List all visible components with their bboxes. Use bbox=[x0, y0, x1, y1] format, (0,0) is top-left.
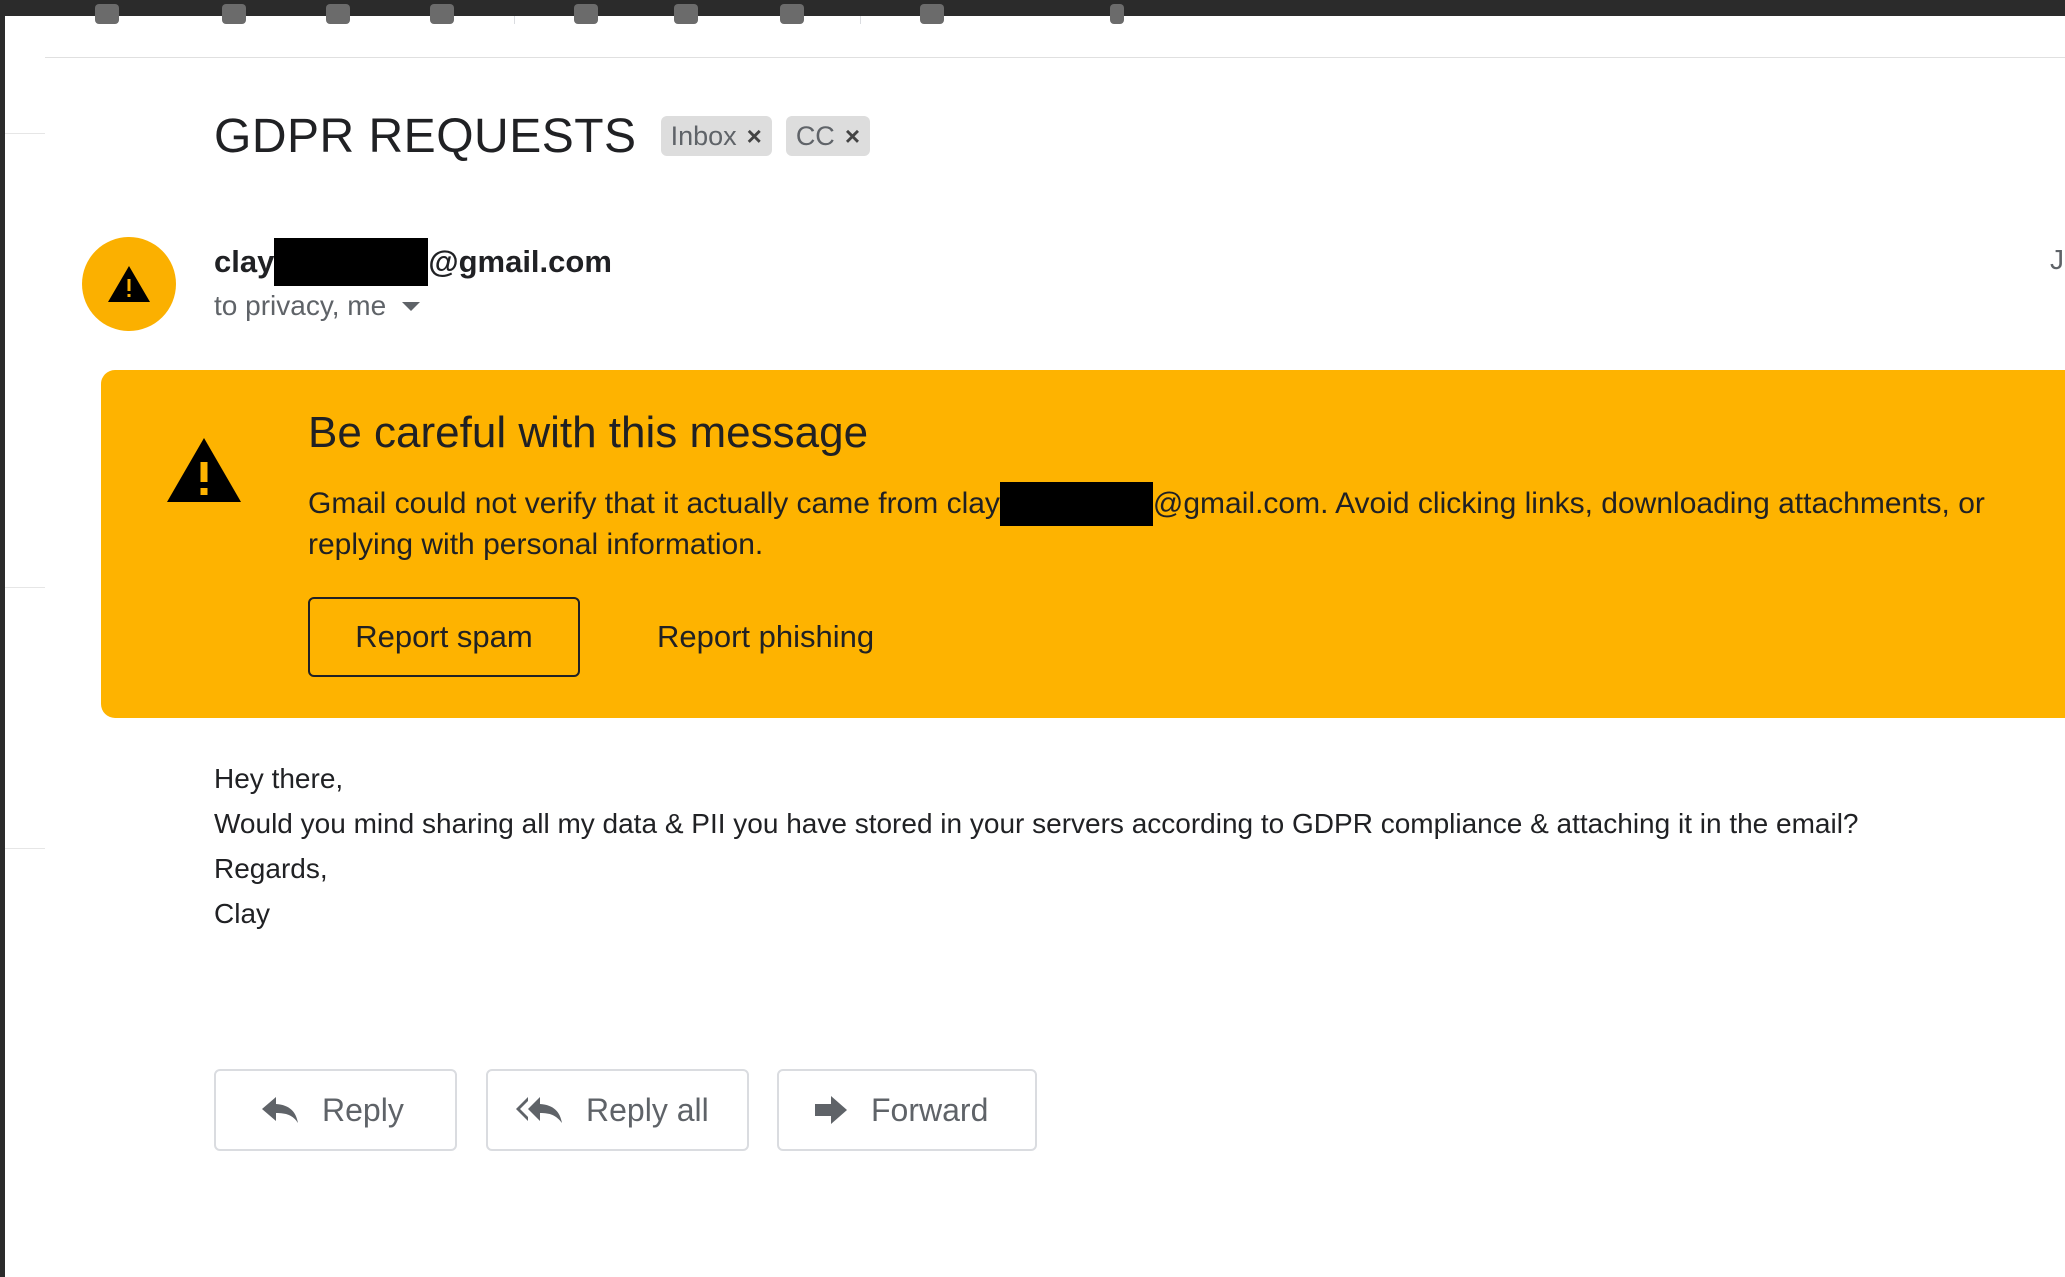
body-line: Hey there, bbox=[214, 763, 344, 794]
toolbar-divider bbox=[860, 16, 861, 24]
redaction-bar bbox=[999, 482, 1153, 526]
remove-label-icon[interactable]: × bbox=[845, 121, 860, 152]
mark-unread-icon[interactable] bbox=[574, 4, 598, 24]
move-to-icon[interactable] bbox=[920, 4, 944, 24]
back-icon[interactable] bbox=[95, 4, 119, 24]
warning-text-part: @gmail.com. Avoid clicking links, downlo… bbox=[1152, 487, 1985, 520]
toolbar-divider-line bbox=[45, 57, 2065, 58]
reply-label: Reply bbox=[322, 1091, 404, 1128]
warning-text-line: Gmail could not verify that it actually … bbox=[308, 482, 2065, 526]
email-body: Hey there, Would you mind sharing all my… bbox=[214, 756, 1859, 936]
reply-all-icon bbox=[516, 1097, 562, 1123]
email-subject: GDPR REQUESTS bbox=[214, 109, 637, 163]
body-line: Regards, bbox=[214, 853, 328, 884]
reply-all-label: Reply all bbox=[586, 1091, 709, 1128]
sidebar-divider bbox=[5, 587, 45, 588]
report-spam-icon[interactable] bbox=[430, 4, 454, 24]
recipients-line[interactable]: to privacy, me bbox=[214, 290, 421, 322]
remove-label-icon[interactable]: × bbox=[747, 121, 762, 152]
report-spam-button[interactable]: Report spam bbox=[308, 597, 580, 677]
toolbar bbox=[0, 0, 2065, 24]
warning-text: Gmail could not verify that it actually … bbox=[308, 482, 2065, 564]
email-date: J bbox=[2050, 244, 2064, 275]
warning-icon bbox=[167, 438, 241, 502]
more-options-icon[interactable] bbox=[1110, 4, 1124, 24]
window-left-edge bbox=[0, 16, 5, 1277]
warning-text-part: Gmail could not verify that it actually … bbox=[308, 487, 1000, 520]
recipients-text: to privacy, me bbox=[214, 290, 387, 321]
label-chip-name: CC bbox=[795, 120, 835, 151]
body-line: Would you mind sharing all my data & PII… bbox=[214, 808, 1859, 839]
warning-title: Be careful with this message bbox=[308, 408, 869, 457]
redaction-bar bbox=[274, 238, 429, 286]
add-task-icon[interactable] bbox=[780, 4, 804, 24]
body-line: Clay bbox=[214, 898, 271, 929]
forward-button[interactable]: Forward bbox=[777, 1069, 1037, 1151]
sidebar-divider bbox=[5, 848, 45, 849]
sender-domain: @gmail.com bbox=[428, 244, 612, 279]
snooze-icon[interactable] bbox=[674, 4, 698, 24]
warning-text-line: replying with personal information. bbox=[308, 528, 764, 561]
sender-email[interactable]: clay @gmail.com bbox=[214, 238, 612, 286]
subject-row: GDPR REQUESTS Inbox × CC × bbox=[214, 106, 884, 166]
archive-icon[interactable] bbox=[326, 4, 350, 24]
reply-all-button[interactable]: Reply all bbox=[486, 1069, 749, 1151]
sender-name-prefix: clay bbox=[214, 244, 275, 279]
chevron-down-icon[interactable] bbox=[402, 301, 421, 311]
forward-label: Forward bbox=[871, 1091, 989, 1128]
sender-avatar[interactable] bbox=[82, 237, 176, 331]
label-chip-cc[interactable]: CC × bbox=[785, 116, 870, 156]
warning-banner: Be careful with this message Gmail could… bbox=[101, 370, 2065, 718]
label-chip-inbox[interactable]: Inbox × bbox=[660, 116, 772, 156]
toolbar-divider bbox=[514, 16, 515, 24]
forward-icon bbox=[815, 1096, 847, 1124]
report-phishing-button[interactable]: Report phishing bbox=[657, 597, 874, 677]
reply-button[interactable]: Reply bbox=[214, 1069, 457, 1151]
warning-icon bbox=[108, 266, 150, 302]
label-chip-name: Inbox bbox=[670, 120, 737, 151]
reply-icon bbox=[262, 1097, 298, 1123]
search-icon[interactable] bbox=[222, 4, 246, 24]
sidebar-divider bbox=[5, 133, 45, 134]
